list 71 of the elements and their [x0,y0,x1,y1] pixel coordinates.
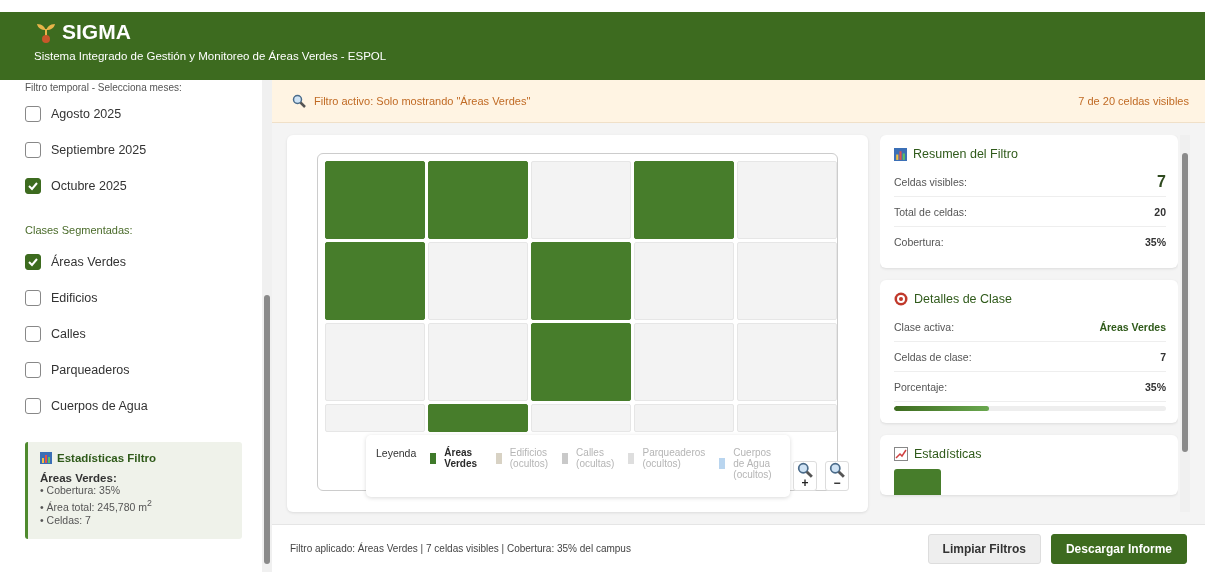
checkbox-option[interactable]: Agosto 2025 [25,96,242,132]
app-title: SIGMA [62,20,131,44]
card-title: Resumen del Filtro [913,147,1018,161]
map-cell[interactable] [428,404,528,432]
stats-title: Estadísticas Filtro [57,452,157,464]
stat-value: 7 [1160,350,1166,363]
clear-button[interactable]: Limpiar Filtros [927,533,1041,564]
stat-label: Total de celdas: [894,205,967,218]
bar-chart-icon [894,147,907,161]
checkbox[interactable] [25,106,41,122]
stat-label: Cobertura: [894,235,944,248]
stat-value: 35% [1145,235,1166,248]
legend-label: Calles (ocultas) [576,447,615,469]
stat-label: Celdas visibles: [894,175,967,188]
stat-label: Celdas de clase: [894,350,972,363]
download-button[interactable]: Descargar Informe [1050,533,1187,564]
checkbox-option[interactable]: Parqueaderos [25,352,242,388]
stat-value: 20 [1154,205,1166,218]
legend-title: Leyenda [376,447,417,459]
search-icon [292,94,306,108]
checkbox[interactable] [25,142,41,158]
map-cell[interactable] [325,161,425,239]
map-cell[interactable] [634,161,734,239]
stat-value: Áreas Verdes [1099,320,1166,333]
zoom-icon [829,462,845,478]
map-cell[interactable] [531,323,631,401]
bar-chart-icon [40,452,52,464]
map-cell[interactable] [428,161,528,239]
filter-text: Filtro activo: Solo mostrando "Áreas Verdes" [314,95,531,107]
legend-label: Edificios (ocultos) [509,447,549,469]
stat-label: Porcentaje: [894,380,948,393]
scrollbar[interactable] [262,80,272,572]
map-cell[interactable] [325,242,425,320]
checkbox-option[interactable]: Cuerpos de Agua [25,388,242,424]
stat-label: Clase activa: [894,320,955,333]
stat-value: 35% [1145,380,1166,393]
section-label: Filtro temporal - Selecciona meses: [25,82,183,94]
visible-count: 7 de 20 celdas visibles [1078,95,1189,107]
legend-label: Parqueaderos (ocultos) [642,447,706,469]
section-label: Clases Segmentadas: [25,224,134,236]
checkbox[interactable] [25,290,41,306]
legend-label: Cuerpos de Agua (ocultos) [733,447,773,480]
checkbox-option[interactable]: Edificios [25,280,242,316]
legend-label: Áreas Verdes [444,447,479,469]
app-subtitle: Sistema Integrado de Gestión y Monitoreo de Áreas Verdes - ESPOL [34,50,388,62]
target-icon [894,292,908,306]
zoom-icon [797,462,813,478]
card-title: Estadísticas [914,447,982,461]
checkbox-option[interactable]: Octubre 2025 [25,168,242,204]
card-title: Detalles de Clase [914,292,1012,306]
stats-heading: Áreas Verdes: [40,472,118,484]
sprout-icon [36,21,56,43]
stat-value: 7 [1157,172,1166,191]
checkbox-option[interactable]: Áreas Verdes [25,244,242,280]
stats-line: • Área total: 245,780 m$^{2}$ [40,497,153,514]
chart-graphic [894,469,941,495]
scrollbar[interactable] [1180,135,1190,512]
zoom-button[interactable]: + [793,461,817,491]
stats-line: • Celdas: 7 [40,513,92,527]
line-chart-icon [894,447,908,461]
checkbox[interactable] [25,362,41,378]
map-cell[interactable] [531,242,631,320]
checkbox[interactable] [25,326,41,342]
footer-status: Filtro aplicado: Áreas Verdes | 7 celdas visibles | Cobertura: 35% del campus [290,543,631,554]
zoom-button[interactable]: − [825,461,849,491]
checkbox-option[interactable]: Calles [25,316,242,352]
checkbox[interactable] [25,254,41,270]
checkbox-option[interactable]: Septiembre 2025 [25,132,242,168]
stats-line: • Cobertura: 35% [40,484,122,497]
checkbox[interactable] [25,398,41,414]
checkbox[interactable] [25,178,41,194]
